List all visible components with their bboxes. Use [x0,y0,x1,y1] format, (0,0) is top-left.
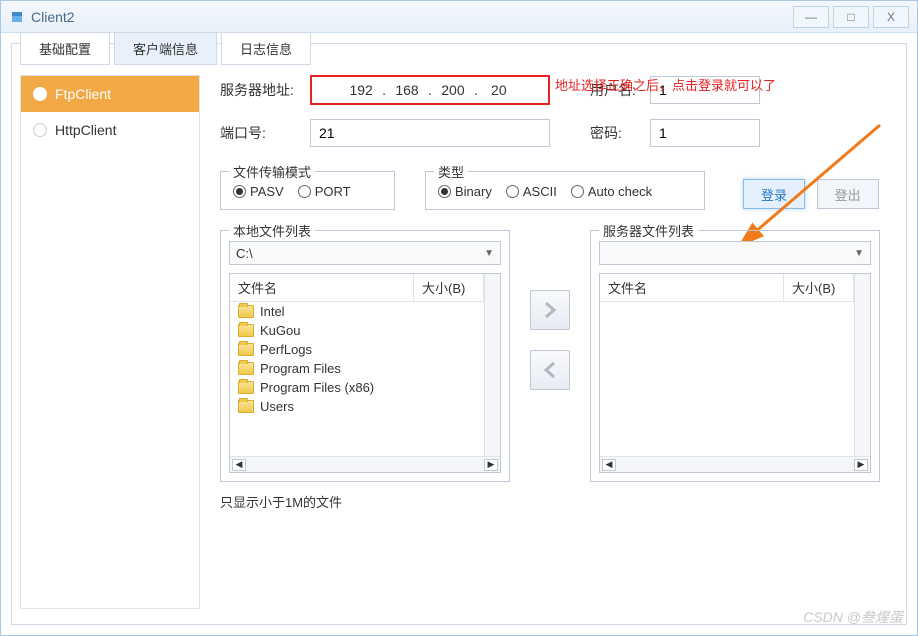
folder-icon [238,305,254,318]
server-address-label: 服务器地址: [220,80,310,100]
minimize-button[interactable]: — [793,6,829,28]
radio-port[interactable]: PORT [298,184,351,199]
list-item[interactable]: Users [230,397,484,416]
radio-icon [233,185,246,198]
app-window: Client2 — □ X 基础配置 客户端信息 日志信息 FtpClient [0,0,918,636]
folder-icon [238,362,254,375]
sidebar-item-label: HttpClient [55,122,116,138]
local-drive-combo[interactable]: C:\ ▼ [229,241,501,265]
main-panel: 基础配置 客户端信息 日志信息 FtpClient HttpClient [11,43,907,625]
login-button[interactable]: 登录 [743,179,805,209]
window-title: Client2 [31,9,789,25]
server-file-panel: 服务器文件列表 ▼ 文件名 大小(B) [590,230,880,482]
radio-ascii[interactable]: ASCII [506,184,557,199]
local-file-list: 文件名 大小(B) IntelKuGouPerfLogsProgram File… [229,273,501,473]
list-item[interactable]: Program Files (x86) [230,378,484,397]
list-item[interactable]: PerfLogs [230,340,484,359]
local-file-panel: 本地文件列表 C:\ ▼ 文件名 大小(B) [220,230,510,482]
tabs: 基础配置 客户端信息 日志信息 [20,32,898,65]
radio-icon [298,185,311,198]
footer-note: 只显示小于1M的文件 [220,492,898,511]
app-icon [9,9,25,25]
chevron-down-icon: ▼ [484,248,494,259]
radio-binary[interactable]: Binary [438,184,492,199]
sidebar-item-ftpclient[interactable]: FtpClient [21,76,199,112]
vertical-scrollbar[interactable] [484,274,500,456]
scroll-left-icon[interactable]: ◀ [232,459,246,471]
port-label: 端口号: [220,123,310,143]
list-item[interactable]: Intel [230,302,484,321]
radio-icon [33,87,47,101]
radio-pasv[interactable]: PASV [233,184,284,199]
list-item[interactable]: Program Files [230,359,484,378]
horizontal-scrollbar[interactable]: ◀ ▶ [230,456,500,472]
close-button[interactable]: X [873,6,909,28]
type-fieldset: 类型 Binary ASCII Auto check [425,171,705,210]
folder-icon [238,381,254,394]
radio-autocheck[interactable]: Auto check [571,184,652,199]
radio-icon [571,185,584,198]
local-panel-title: 本地文件列表 [229,221,315,240]
radio-icon [506,185,519,198]
col-size[interactable]: 大小(B) [414,274,484,301]
server-path-combo[interactable]: ▼ [599,241,871,265]
server-file-list: 文件名 大小(B) ◀ ▶ [599,273,871,473]
transfer-mode-fieldset: 文件传输模式 PASV PORT [220,171,395,210]
titlebar[interactable]: Client2 — □ X [1,1,917,33]
list-item[interactable]: KuGou [230,321,484,340]
col-filename[interactable]: 文件名 [230,274,414,301]
horizontal-scrollbar[interactable]: ◀ ▶ [600,456,870,472]
watermark: CSDN @叁煋蛋 [803,607,903,627]
col-filename[interactable]: 文件名 [600,274,784,301]
annotation-text: 地址选择正确之后，点击登录就可以了 [555,75,776,94]
main-content: 地址选择正确之后，点击登录就可以了 服务器地址: 192. 168. 200. … [200,75,898,609]
tab-log-info[interactable]: 日志信息 [221,32,311,65]
col-size[interactable]: 大小(B) [784,274,854,301]
logout-button[interactable]: 登出 [817,179,879,209]
maximize-button[interactable]: □ [833,6,869,28]
password-input[interactable] [650,119,760,147]
folder-icon [238,400,254,413]
type-title: 类型 [434,162,468,181]
port-input[interactable] [310,119,550,147]
tab-client-info[interactable]: 客户端信息 [114,32,217,65]
radio-icon [438,185,451,198]
folder-icon [238,324,254,337]
chevron-down-icon: ▼ [854,248,864,259]
download-button[interactable] [530,350,570,390]
chevron-left-icon [540,360,560,380]
scroll-right-icon[interactable]: ▶ [854,459,868,471]
folder-icon [238,343,254,356]
transfer-mode-title: 文件传输模式 [229,162,315,181]
scroll-right-icon[interactable]: ▶ [484,459,498,471]
sidebar: FtpClient HttpClient [20,75,200,609]
scroll-left-icon[interactable]: ◀ [602,459,616,471]
vertical-scrollbar[interactable] [854,274,870,456]
server-panel-title: 服务器文件列表 [599,221,698,240]
password-label: 密码: [590,123,650,143]
sidebar-item-label: FtpClient [55,86,111,102]
chevron-right-icon [540,300,560,320]
upload-button[interactable] [530,290,570,330]
radio-icon [33,123,47,137]
tab-basic-config[interactable]: 基础配置 [20,32,110,65]
server-address-input[interactable]: 192. 168. 200. 20 [310,75,550,105]
sidebar-item-httpclient[interactable]: HttpClient [21,112,199,148]
